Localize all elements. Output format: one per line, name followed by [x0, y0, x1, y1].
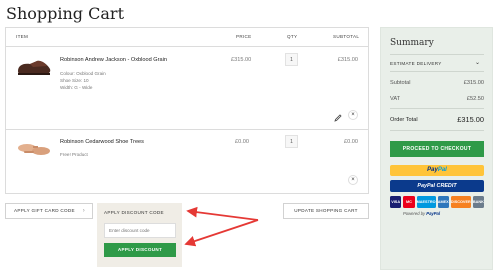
visa-icon: VISA — [390, 196, 402, 208]
arrow-to-apply-discount — [184, 219, 259, 247]
bank-icon: BANK — [472, 196, 485, 208]
powered-by-label: Powered by — [403, 211, 426, 216]
order-total-label: Order Total — [390, 117, 418, 123]
paypal-credit-button[interactable]: PayPal CREDIT — [390, 180, 484, 192]
estimate-delivery-toggle[interactable]: ESTIMATE DELIVERY — [390, 61, 442, 66]
paypal-logo-pal: Pal — [437, 167, 447, 173]
summary-divider — [390, 130, 484, 131]
proceed-to-checkout-button[interactable]: PROCEED TO CHECKOUT — [390, 141, 484, 157]
mastercard-icon: MC — [403, 196, 415, 208]
discover-icon: DISCOVER — [450, 196, 471, 208]
vat-label: VAT — [390, 96, 401, 102]
subtotal-value: £315.00 — [463, 80, 484, 86]
powered-by-paypal: Powered by PayPal — [403, 211, 440, 216]
payment-card-logos: VISA MC MAESTRO AMEX DISCOVER BANK — [390, 196, 485, 208]
powered-by-brand: PayPal — [426, 211, 441, 216]
order-total-value: £315.00 — [457, 115, 484, 124]
chevron-down-icon[interactable]: ⌄ — [475, 59, 480, 66]
summary-divider — [390, 108, 484, 109]
summary-divider — [390, 54, 484, 55]
vat-value: £52.50 — [466, 96, 484, 102]
amex-icon: AMEX — [437, 196, 449, 208]
summary-divider — [390, 71, 484, 72]
maestro-icon: MAESTRO — [416, 196, 436, 208]
arrow-to-discount-tab — [186, 206, 259, 221]
paypal-logo-pay: Pay — [427, 167, 438, 173]
summary-title: Summary — [390, 38, 434, 48]
paypal-button[interactable]: PayPal — [390, 165, 484, 176]
subtotal-label: Subtotal — [390, 80, 411, 86]
